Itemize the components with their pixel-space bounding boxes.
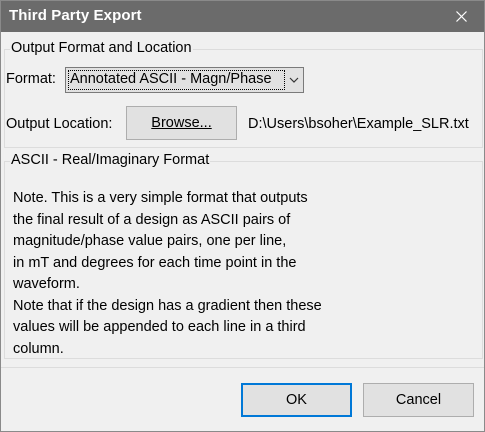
output-format-location-group: [4, 49, 483, 148]
output-location-label: Output Location:: [6, 116, 113, 132]
title-bar[interactable]: Third Party Export: [1, 1, 484, 32]
window-title: Third Party Export: [9, 7, 142, 24]
note-line: Note. This is a very simple format that …: [13, 190, 308, 206]
ok-button-label: OK: [286, 392, 307, 408]
note-line: column.: [13, 340, 64, 357]
format-dropdown[interactable]: Annotated ASCII - Magn/Phase: [65, 67, 304, 93]
format-note-text: Note. This is a very simple format that …: [13, 188, 353, 360]
cancel-button-label: Cancel: [395, 392, 442, 408]
format-group-label: ASCII - Real/Imaginary Format: [10, 152, 211, 168]
footer-divider: [1, 367, 484, 368]
cancel-button[interactable]: Cancel: [363, 383, 474, 417]
close-button[interactable]: [438, 1, 484, 32]
chevron-down-icon: [289, 77, 299, 83]
ok-button[interactable]: OK: [241, 383, 352, 417]
third-party-export-dialog: Third Party Export Output Format and Loc…: [0, 0, 485, 432]
browse-button-label: Browse...: [151, 115, 212, 131]
note-line: waveform.: [13, 276, 80, 292]
browse-button[interactable]: Browse...: [126, 106, 237, 140]
note-line: in mT and degrees for each time point in…: [13, 254, 297, 271]
note-line: values will be appended to each line in …: [13, 319, 306, 335]
close-icon: [455, 11, 467, 22]
note-line: Note that if the design has a gradient t…: [13, 297, 322, 314]
output-location-path: D:\Users\bsoher\Example_SLR.txt: [248, 116, 469, 132]
format-label: Format:: [6, 71, 56, 87]
output-group-label: Output Format and Location: [10, 40, 193, 56]
note-line: magnitude/phase value pairs, one per lin…: [13, 233, 287, 249]
format-dropdown-value: Annotated ASCII - Magn/Phase: [70, 71, 272, 87]
note-line: the final result of a design as ASCII pa…: [13, 211, 291, 228]
